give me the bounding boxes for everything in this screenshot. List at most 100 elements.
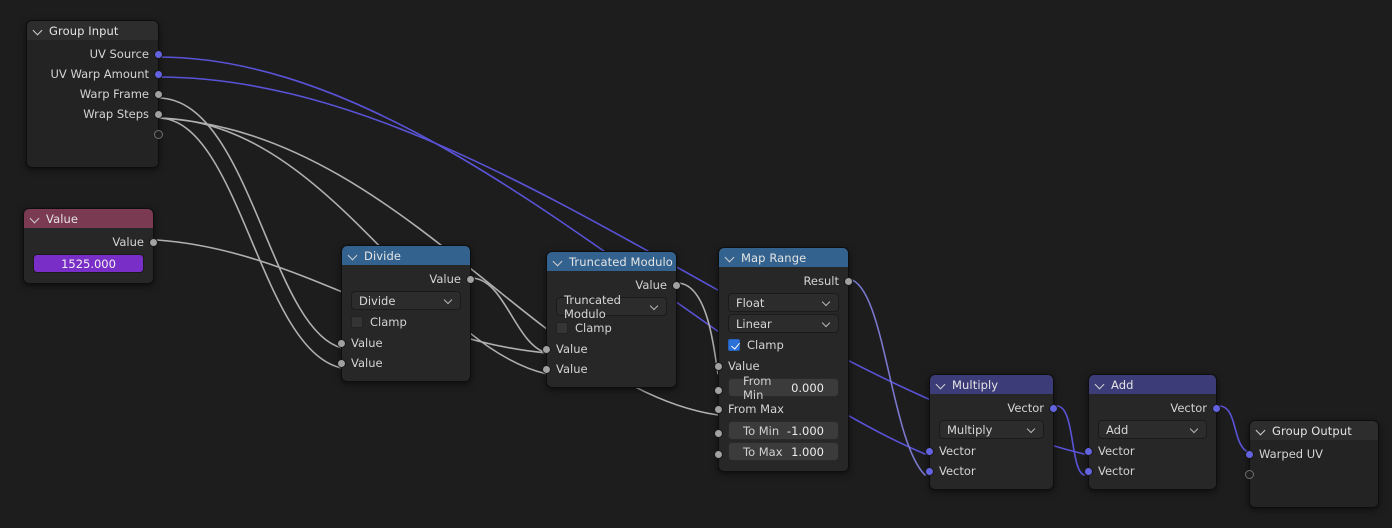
chevron-down-icon — [1191, 426, 1198, 433]
node-editor-canvas[interactable]: Group Input UV Source UV Warp Amount War… — [0, 0, 1392, 528]
operation-dropdown[interactable]: Add — [1098, 420, 1207, 439]
clamp-checkbox[interactable] — [728, 339, 740, 351]
node-header-add[interactable]: Add — [1089, 375, 1216, 394]
socket-add-new-input[interactable] — [1245, 469, 1254, 479]
node-header-group-output[interactable]: Group Output — [1250, 421, 1378, 440]
node-header-multiply[interactable]: Multiply — [930, 375, 1053, 394]
socket-maprange-result[interactable] — [844, 276, 853, 286]
node-title: Group Output — [1272, 423, 1352, 438]
socket-multiply-vector-out[interactable] — [1049, 403, 1058, 413]
interpolation-dropdown[interactable]: Linear — [728, 314, 839, 333]
output-row-wrap-steps: Wrap Steps — [27, 104, 163, 124]
node-truncated-modulo[interactable]: Truncated Modulo Value Truncated Modulo … — [542, 251, 681, 388]
data-type-dropdown[interactable]: Float — [728, 293, 839, 312]
socket-uv-source[interactable] — [154, 49, 163, 59]
to-max-field[interactable]: To Max 1.000 — [728, 442, 839, 461]
to-min-value: -1.000 — [786, 423, 824, 438]
socket-label: UV Source — [89, 47, 149, 61]
socket-maprange-to-max[interactable] — [714, 449, 723, 459]
operation-dropdown[interactable]: Truncated Modulo — [556, 293, 667, 321]
socket-multiply-vector-in-1[interactable] — [925, 446, 934, 456]
output-row-value: Value — [24, 232, 158, 252]
node-body-multiply: Vector Multiply Vector Vector — [925, 394, 1058, 489]
node-header-group-input[interactable]: Group Input — [27, 21, 158, 40]
socket-maprange-to-min[interactable] — [714, 428, 723, 438]
wire-wrapsteps-divide — [157, 117, 343, 369]
socket-maprange-from-min[interactable] — [714, 385, 723, 395]
clamp-checkbox-row[interactable]: Clamp — [342, 312, 470, 332]
operation-dropdown[interactable]: Divide — [351, 291, 461, 310]
operation-dropdown[interactable]: Multiply — [939, 420, 1044, 439]
socket-label: Value — [556, 342, 588, 356]
socket-warp-frame[interactable] — [154, 89, 163, 99]
socket-wrap-steps[interactable] — [154, 109, 163, 119]
value-slider-number: 1525.000 — [61, 256, 116, 271]
chevron-down-icon[interactable] — [31, 214, 40, 223]
input-row-vector-1: Vector — [925, 441, 1053, 461]
node-map-range[interactable]: Map Range Result Float Linear Clamp Valu… — [714, 247, 853, 472]
socket-label: Wrap Steps — [83, 107, 149, 121]
socket-add-vector-in-1[interactable] — [1084, 446, 1093, 456]
node-group-input[interactable]: Group Input UV Source UV Warp Amount War… — [26, 20, 163, 168]
socket-label: Value — [429, 272, 461, 286]
node-body-add: Vector Add Vector Vector — [1084, 394, 1221, 489]
chevron-down-icon[interactable] — [349, 251, 358, 260]
chevron-down-icon[interactable] — [937, 380, 946, 389]
socket-maprange-value[interactable] — [714, 361, 723, 371]
socket-maprange-from-max[interactable] — [714, 404, 723, 414]
clamp-checkbox-row[interactable]: Clamp — [547, 318, 676, 338]
node-divide[interactable]: Divide Value Divide Clamp Value Value — [337, 245, 475, 382]
socket-label: UV Warp Amount — [50, 67, 150, 81]
clamp-label: Clamp — [370, 315, 407, 329]
socket-add-new-output[interactable] — [154, 129, 163, 139]
node-padding — [1250, 484, 1378, 499]
clamp-checkbox[interactable] — [556, 322, 568, 334]
node-add[interactable]: Add Vector Add Vector Vector — [1084, 374, 1221, 490]
node-body-divide: Value Divide Clamp Value Value — [337, 265, 475, 381]
socket-divide-value-out[interactable] — [466, 274, 475, 284]
input-row-from-max: From Max — [714, 399, 848, 419]
chevron-down-icon[interactable] — [34, 26, 43, 35]
socket-divide-value-in-2[interactable] — [337, 358, 346, 368]
wire-warpframe-divide — [157, 97, 343, 349]
socket-truncmod-value-in-1[interactable] — [542, 344, 551, 354]
from-min-field[interactable]: From Min 0.000 — [728, 374, 839, 402]
node-header-divide[interactable]: Divide — [342, 246, 470, 265]
value-slider-field[interactable]: 1525.000 — [33, 254, 144, 273]
socket-warped-uv[interactable] — [1245, 449, 1254, 459]
socket-truncmod-value-in-2[interactable] — [542, 364, 551, 374]
clamp-checkbox[interactable] — [351, 316, 363, 328]
socket-multiply-vector-in-2[interactable] — [925, 466, 934, 476]
socket-label: Vector — [1007, 401, 1044, 415]
interpolation-value: Linear — [736, 316, 772, 331]
socket-value-out[interactable] — [149, 237, 158, 247]
socket-label: Vector — [939, 444, 976, 458]
node-multiply[interactable]: Multiply Vector Multiply Vector Vector — [925, 374, 1058, 490]
socket-divide-value-in-1[interactable] — [337, 338, 346, 348]
chevron-down-icon[interactable] — [554, 257, 563, 266]
chevron-down-icon[interactable] — [1257, 426, 1266, 435]
node-value[interactable]: Value Value 1525.000 — [23, 208, 158, 284]
node-body-group-input: UV Source UV Warp Amount Warp Frame Wrap… — [27, 40, 163, 167]
input-row-warped-uv: Warped UV — [1245, 444, 1378, 464]
node-header-map-range[interactable]: Map Range — [719, 248, 848, 267]
clamp-checkbox-row[interactable]: Clamp — [719, 335, 848, 355]
input-row-value-2: Value — [337, 353, 470, 373]
socket-add-vector-in-2[interactable] — [1084, 466, 1093, 476]
to-max-value: 1.000 — [791, 444, 824, 459]
node-title: Group Input — [49, 23, 119, 38]
node-header-truncated-modulo[interactable]: Truncated Modulo — [547, 252, 676, 271]
socket-add-vector-out[interactable] — [1212, 403, 1221, 413]
socket-label: Warp Frame — [79, 87, 149, 101]
node-header-value[interactable]: Value — [24, 209, 153, 228]
socket-uv-warp-amount[interactable] — [154, 69, 163, 79]
input-row-vector-1: Vector — [1084, 441, 1216, 461]
node-title: Truncated Modulo — [569, 254, 673, 269]
chevron-down-icon[interactable] — [726, 253, 735, 262]
socket-truncmod-value-out[interactable] — [672, 280, 681, 290]
input-row-value-1: Value — [337, 333, 470, 353]
chevron-down-icon[interactable] — [1096, 380, 1105, 389]
socket-label: Vector — [1170, 401, 1207, 415]
to-min-field[interactable]: To Min -1.000 — [728, 421, 839, 440]
node-group-output[interactable]: Group Output Warped UV — [1245, 420, 1379, 508]
